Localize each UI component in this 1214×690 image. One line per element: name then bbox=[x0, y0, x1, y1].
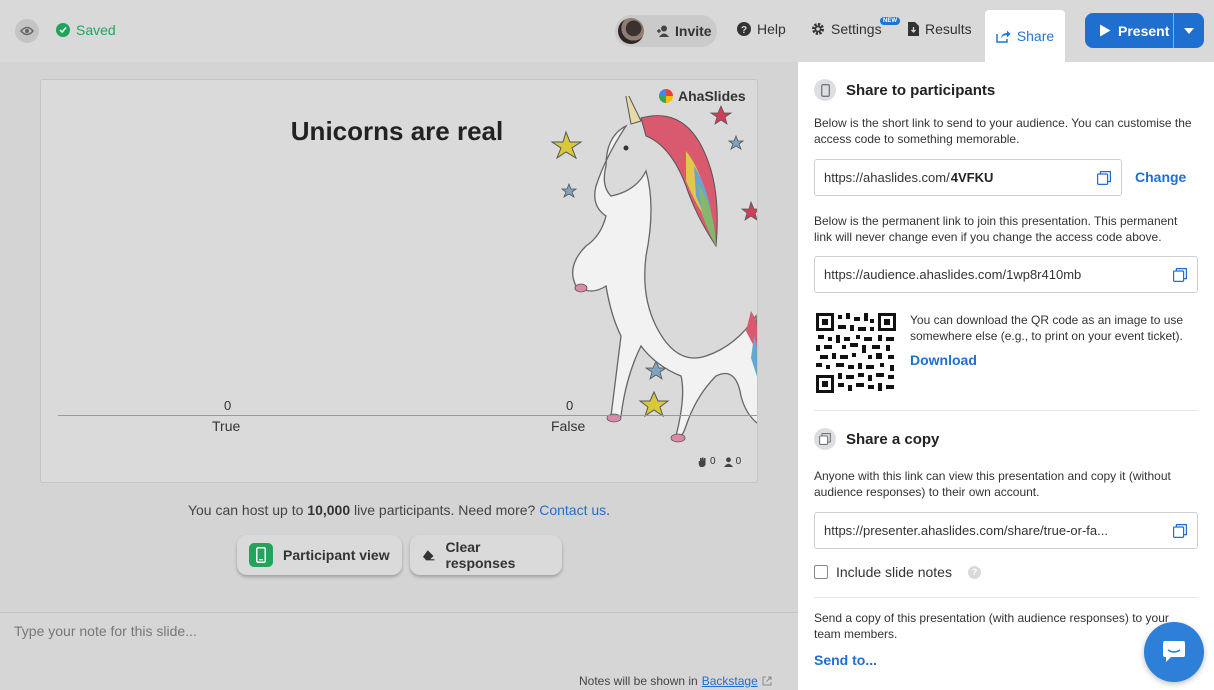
help-label: Help bbox=[757, 21, 786, 37]
eraser-icon bbox=[422, 550, 435, 561]
share-label: Share bbox=[1016, 28, 1055, 44]
permanent-link-description: Below is the permanent link to join this… bbox=[814, 214, 1178, 244]
help-button[interactable]: ? Help bbox=[737, 21, 786, 37]
invite-label: Invite bbox=[675, 23, 712, 39]
chevron-down-icon bbox=[1184, 27, 1194, 34]
results-label: Results bbox=[925, 21, 972, 37]
option-false-count: 0 bbox=[566, 398, 574, 413]
invite-button[interactable]: Invite bbox=[615, 15, 717, 47]
include-slide-notes-checkbox[interactable] bbox=[814, 565, 828, 579]
notes-hint: Notes will be shown in Backstage bbox=[579, 674, 772, 688]
settings-label: Settings bbox=[831, 21, 882, 37]
top-bar: Saved Invite ? Help Settings NEW Results… bbox=[0, 0, 1214, 62]
share-copy-description: Anyone with this link can view this pres… bbox=[814, 469, 1171, 499]
share-a-copy-heading: Share a copy bbox=[814, 428, 939, 450]
option-true-label: True bbox=[212, 418, 241, 434]
preview-eye-button[interactable] bbox=[15, 19, 39, 43]
access-code[interactable]: 4VFKU bbox=[951, 170, 994, 185]
slide-notes-input[interactable] bbox=[14, 623, 774, 639]
saved-label: Saved bbox=[76, 22, 116, 38]
short-link-field[interactable]: https://ahaslides.com/4VFKU bbox=[814, 159, 1122, 196]
mobile-icon bbox=[814, 79, 836, 101]
present-label: Present bbox=[1118, 22, 1170, 39]
copy-icon[interactable] bbox=[1173, 524, 1187, 538]
participants-count: 0 bbox=[735, 456, 742, 467]
saved-status: Saved bbox=[56, 22, 116, 38]
response-counter: 0 0 bbox=[698, 456, 741, 467]
share-copy-link-field[interactable]: https://presenter.ahaslides.com/share/tr… bbox=[814, 512, 1198, 549]
option-true-count: 0 bbox=[224, 398, 232, 413]
gear-icon bbox=[812, 23, 824, 35]
send-to-button[interactable]: Send to... bbox=[814, 652, 877, 668]
participant-view-label: Participant view bbox=[283, 547, 390, 563]
participant-view-button[interactable]: Participant view bbox=[237, 535, 402, 575]
participant-limit: 10,000 bbox=[307, 502, 351, 518]
copy-stack-icon bbox=[814, 428, 836, 450]
share-to-participants-title: Share to participants bbox=[846, 81, 996, 99]
editor-area: Unicorns are real AhaSlides 0 True 0 Fal… bbox=[0, 62, 798, 612]
short-link-prefix: https://ahaslides.com/ bbox=[824, 170, 950, 185]
short-link-description: Below is the short link to send to your … bbox=[814, 116, 1192, 146]
include-slide-notes-option[interactable]: Include slide notes ? bbox=[814, 564, 981, 580]
reactions-count: 0 bbox=[710, 456, 716, 467]
hand-icon bbox=[698, 457, 706, 467]
share-tab[interactable]: Share bbox=[985, 10, 1065, 62]
results-button[interactable]: Results bbox=[908, 21, 972, 37]
share-to-participants-heading: Share to participants bbox=[814, 79, 995, 101]
permanent-link: https://audience.ahaslides.com/1wp8r410m… bbox=[824, 267, 1082, 282]
section-divider bbox=[814, 410, 1198, 411]
present-options-dropdown[interactable] bbox=[1173, 13, 1204, 48]
svg-text:?: ? bbox=[741, 25, 747, 36]
play-icon bbox=[1100, 24, 1111, 37]
share-a-copy-title: Share a copy bbox=[846, 430, 940, 448]
unicorn-illustration bbox=[550, 96, 757, 443]
phone-icon bbox=[249, 543, 273, 567]
clear-responses-button[interactable]: Clear responses bbox=[410, 535, 562, 575]
question-circle-icon[interactable]: ? bbox=[967, 565, 981, 579]
download-file-icon bbox=[908, 22, 919, 36]
permanent-link-field[interactable]: https://audience.ahaslides.com/1wp8r410m… bbox=[814, 256, 1198, 293]
qr-description: You can download the QR code as an image… bbox=[910, 313, 1184, 343]
slide-preview[interactable]: Unicorns are real AhaSlides 0 True 0 Fal… bbox=[40, 79, 758, 483]
qr-code bbox=[816, 313, 896, 393]
share-panel: Share to participants Below is the short… bbox=[798, 62, 1214, 690]
section-divider bbox=[814, 597, 1198, 598]
user-icon bbox=[723, 456, 733, 467]
eye-icon bbox=[20, 26, 34, 36]
avatar bbox=[618, 18, 644, 44]
clear-responses-label: Clear responses bbox=[445, 539, 516, 571]
chat-icon bbox=[1163, 641, 1185, 662]
change-access-code-button[interactable]: Change bbox=[1135, 169, 1186, 185]
slide-notes-area: Notes will be shown in Backstage bbox=[0, 612, 798, 690]
host-limit-text: You can host up to 10,000 live participa… bbox=[187, 502, 611, 518]
present-button[interactable]: Present bbox=[1085, 13, 1204, 48]
share-copy-link: https://presenter.ahaslides.com/share/tr… bbox=[824, 523, 1108, 538]
include-slide-notes-label: Include slide notes bbox=[836, 564, 952, 580]
check-circle-icon bbox=[56, 23, 70, 37]
download-qr-button[interactable]: Download bbox=[910, 352, 977, 368]
share-icon bbox=[996, 30, 1011, 43]
contact-us-link[interactable]: Contact us bbox=[539, 502, 606, 518]
option-false-label: False bbox=[551, 418, 586, 434]
copy-icon[interactable] bbox=[1097, 171, 1111, 185]
add-user-icon bbox=[657, 25, 669, 37]
settings-button[interactable]: Settings bbox=[811, 21, 882, 37]
chat-support-button[interactable] bbox=[1144, 622, 1204, 682]
backstage-link[interactable]: Backstage bbox=[702, 674, 758, 688]
chart-baseline bbox=[58, 415, 757, 416]
send-copy-description: Send a copy of this presentation (with a… bbox=[814, 611, 1169, 641]
external-link-icon bbox=[762, 676, 772, 686]
help-circle-icon: ? bbox=[737, 22, 751, 36]
copy-icon[interactable] bbox=[1173, 268, 1187, 282]
new-badge: NEW bbox=[880, 17, 900, 25]
